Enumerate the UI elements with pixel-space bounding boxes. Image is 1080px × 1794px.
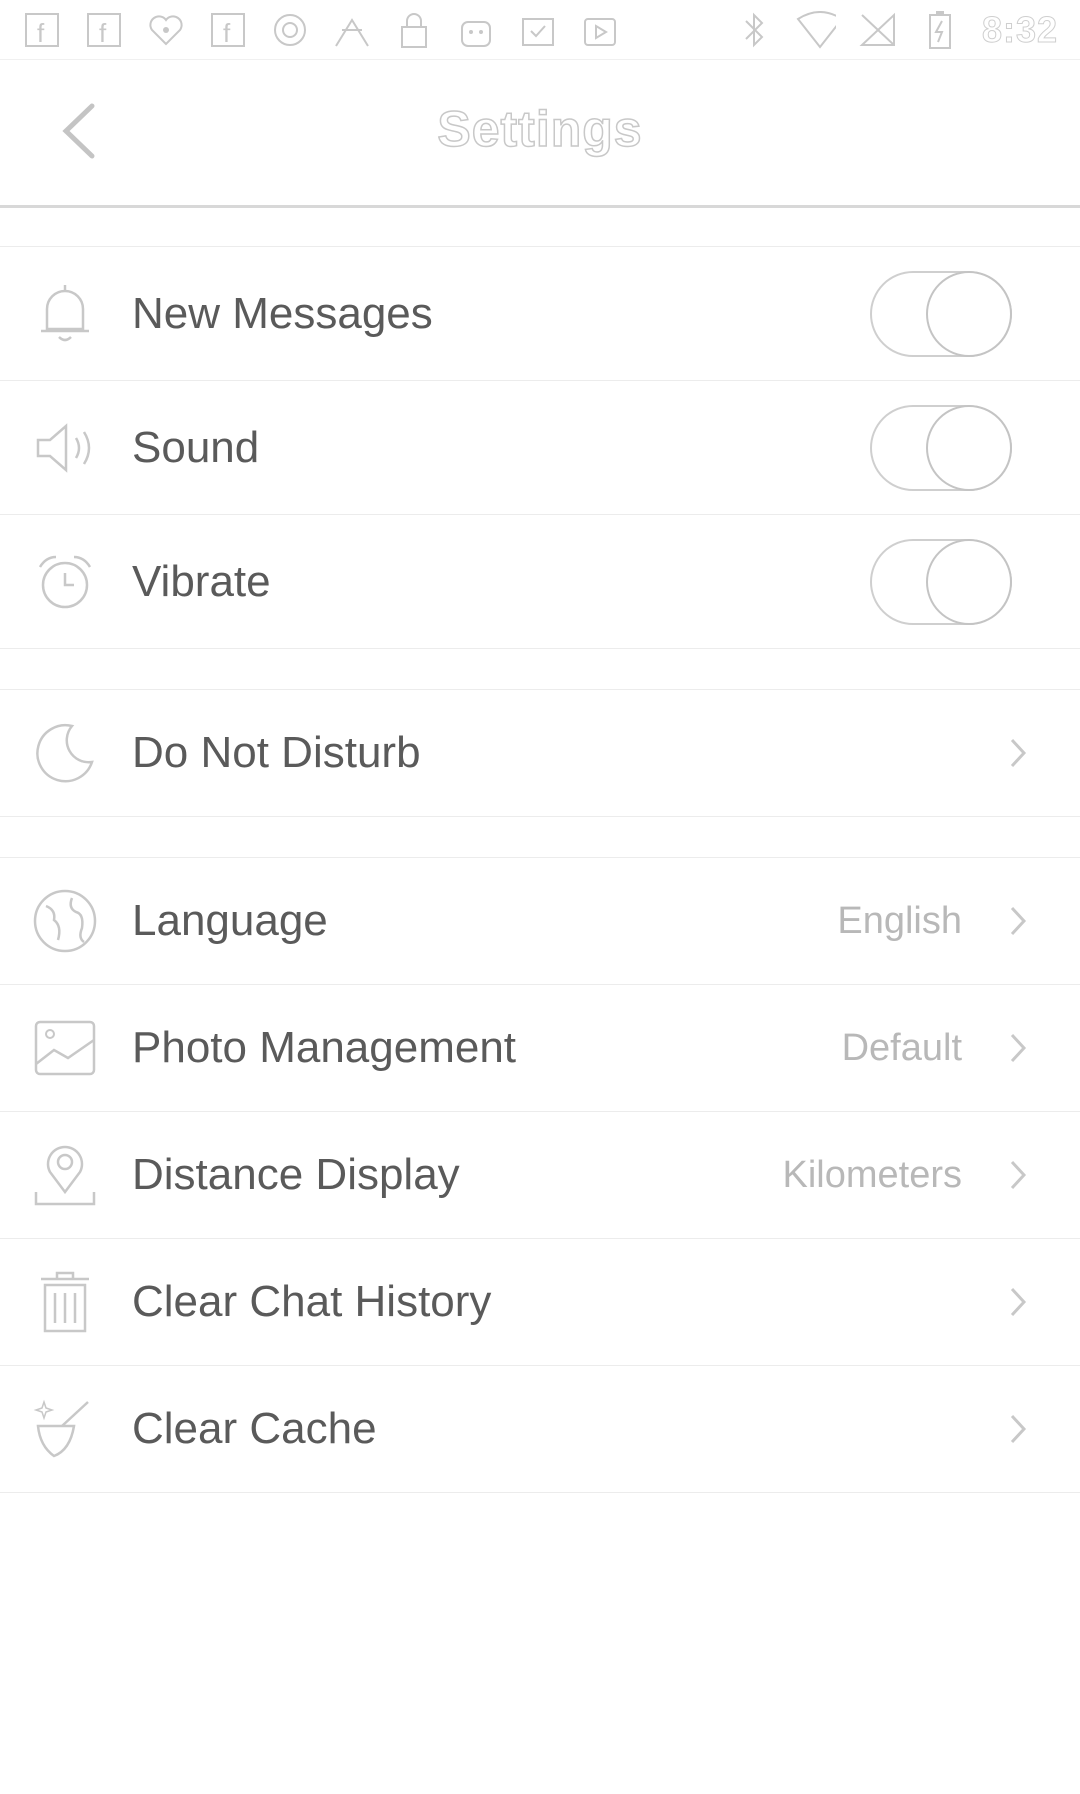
lock-icon <box>394 10 434 50</box>
clock-time: 8:32 <box>981 8 1058 50</box>
chevron-right-icon <box>1004 1282 1032 1322</box>
globe-icon <box>30 886 100 956</box>
iheartradio-icon <box>146 10 186 50</box>
row-new-messages[interactable]: New Messages <box>0 247 1080 381</box>
chevron-right-icon <box>1004 1155 1032 1195</box>
toggle-knob <box>926 538 1012 625</box>
toggle-knob <box>926 404 1012 491</box>
photo-icon <box>30 1013 100 1083</box>
sports-icon <box>332 10 372 50</box>
svg-text:f: f <box>99 18 107 48</box>
toggle-knob <box>926 270 1012 357</box>
row-photo-management[interactable]: Photo Management Default <box>0 985 1080 1112</box>
section-divider <box>0 817 1080 858</box>
row-do-not-disturb[interactable]: Do Not Disturb <box>0 690 1080 817</box>
row-label: Language <box>132 896 328 945</box>
notification-icons: f f f <box>22 10 620 50</box>
distance-display-value: Kilometers <box>782 1153 963 1196</box>
row-label: Clear Cache <box>132 1404 377 1453</box>
chevron-right-icon <box>1004 733 1032 773</box>
svg-text:f: f <box>223 18 231 48</box>
android-icon <box>456 10 496 50</box>
bluetooth-icon <box>734 10 774 50</box>
speaker-icon <box>30 413 100 483</box>
moon-icon <box>30 718 100 788</box>
page-title: Settings <box>437 100 643 158</box>
wifi-icon <box>796 10 836 50</box>
row-clear-cache[interactable]: Clear Cache <box>0 1366 1080 1493</box>
svg-text:f: f <box>37 18 45 48</box>
alarm-clock-icon <box>30 547 100 617</box>
trash-icon <box>30 1267 100 1337</box>
row-clear-chat-history[interactable]: Clear Chat History <box>0 1239 1080 1366</box>
location-pin-icon <box>30 1140 100 1210</box>
row-label: New Messages <box>132 288 433 338</box>
row-label: Clear Chat History <box>132 1277 492 1326</box>
app-header: Settings <box>0 60 1080 208</box>
facebook-icon: f <box>84 10 124 50</box>
section-divider <box>0 208 1080 247</box>
photo-management-value: Default <box>841 1026 962 1069</box>
clipboard-check-icon <box>518 10 558 50</box>
new-messages-toggle[interactable] <box>870 270 1012 357</box>
battery-charging-icon <box>920 10 960 50</box>
broom-icon <box>30 1394 100 1464</box>
row-label: Do Not Disturb <box>132 728 421 777</box>
status-bar: f f f 8:32 <box>0 0 1080 60</box>
vibrate-toggle[interactable] <box>870 538 1012 625</box>
row-distance-display[interactable]: Distance Display Kilometers <box>0 1112 1080 1239</box>
row-vibrate[interactable]: Vibrate <box>0 515 1080 649</box>
facebook-icon: f <box>22 10 62 50</box>
chevron-right-icon <box>1004 1409 1032 1449</box>
row-label: Distance Display <box>132 1150 460 1199</box>
language-value: English <box>837 899 962 942</box>
no-sim-icon <box>858 10 898 50</box>
system-icons: 8:32 <box>734 8 1058 51</box>
bell-icon <box>30 279 100 349</box>
row-label: Vibrate <box>132 556 271 606</box>
row-label: Photo Management <box>132 1023 517 1072</box>
row-label: Sound <box>132 422 260 472</box>
play-store-icon <box>580 10 620 50</box>
section-divider <box>0 649 1080 690</box>
row-sound[interactable]: Sound <box>0 381 1080 515</box>
facebook-icon: f <box>208 10 248 50</box>
chevron-right-icon <box>1004 1028 1032 1068</box>
sound-toggle[interactable] <box>870 404 1012 491</box>
row-language[interactable]: Language English <box>0 858 1080 985</box>
circle-app-icon <box>270 10 310 50</box>
chevron-right-icon <box>1004 901 1032 941</box>
